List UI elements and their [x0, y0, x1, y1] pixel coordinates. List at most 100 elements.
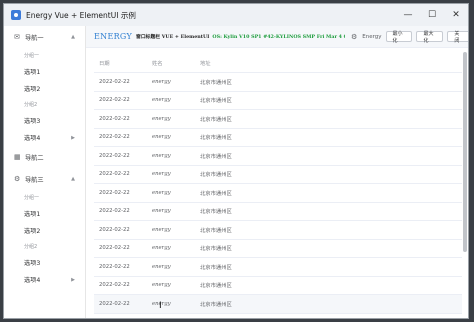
sidebar-item-nav2[interactable]: ▦ 导航二: [4, 146, 85, 168]
menu-option-2[interactable]: 选项2: [4, 80, 85, 97]
cell-date: 2022-02-22: [99, 115, 130, 122]
chevron-right-icon: ▶: [71, 276, 75, 283]
cell-date: 2022-02-22: [99, 134, 130, 141]
cell-name: energy: [152, 171, 171, 178]
cell-name: energy: [152, 226, 171, 233]
sidebar-item-nav1[interactable]: ✉ 导航一 ▲: [4, 26, 85, 48]
menu-option-4[interactable]: 选项4 ▶: [4, 271, 85, 288]
page-header: ENERGY 窗口标题栏 VUE + ElementUI OS: Kylin V…: [86, 26, 468, 48]
table-row[interactable]: 2022-02-22 energy 北京市通州区: [94, 184, 462, 203]
maximize-button[interactable]: 最大化: [416, 31, 444, 44]
table-row[interactable]: 2022-02-22 energy 北京市通州区: [94, 110, 462, 129]
minimize-icon[interactable]: —: [396, 4, 420, 26]
table-row[interactable]: 2022-02-22 energy 北京市通州区: [94, 73, 462, 92]
sidebar-item-label: 导航一: [25, 34, 44, 42]
cell-address: 北京市通州区: [200, 264, 232, 271]
menu-option-3[interactable]: 选项3: [4, 254, 85, 271]
cell-date: 2022-02-22: [99, 282, 130, 289]
column-header-address[interactable]: 地址: [195, 59, 462, 67]
menu-option-2[interactable]: 选项2: [4, 222, 85, 239]
table-row[interactable]: 2022-02-22 energy 北京市通州区: [94, 147, 462, 166]
menu-option-label: 选项4: [24, 135, 41, 142]
cell-name: energy: [152, 300, 171, 307]
cell-address: 北京市通州区: [200, 98, 232, 105]
cell-address: 北京市通州区: [200, 153, 232, 160]
cell-address: 北京市通州区: [200, 246, 232, 253]
menu-grid-icon: ▦: [14, 153, 21, 161]
menu-group-title: 分组2: [24, 244, 38, 250]
cell-name: energy: [152, 78, 171, 85]
gear-icon: ⚙: [14, 175, 21, 183]
table-row[interactable]: 2022-02-22 energy 北京市通州区: [94, 129, 462, 147]
settings-gear-icon[interactable]: ⚙: [351, 33, 357, 41]
header-title: 窗口标题栏 VUE + ElementUI: [136, 34, 210, 40]
minimize-button[interactable]: 最小化: [385, 31, 413, 44]
column-header-date[interactable]: 日期: [94, 59, 147, 67]
menu-group-title: 分组2: [24, 102, 38, 108]
table-row[interactable]: 2022-02-22 energy 北京市通州区: [94, 295, 462, 314]
cell-name: energy: [152, 134, 171, 141]
cell-name: energy: [152, 282, 171, 289]
chevron-up-icon: ▲: [71, 34, 75, 40]
menu-option-1[interactable]: 选项1: [4, 63, 85, 80]
cell-date: 2022-02-22: [99, 263, 130, 270]
maximize-icon[interactable]: ☐: [420, 4, 444, 26]
cell-address: 北京市通州区: [200, 79, 232, 86]
close-icon[interactable]: ✕: [444, 4, 468, 26]
table-row[interactable]: 2022-02-22 energy 北京市通州区: [94, 203, 462, 221]
cell-name: energy: [152, 245, 171, 252]
menu-group-title: 分组一: [24, 195, 40, 201]
sidebar-item-nav3[interactable]: ⚙ 导航三 ▲: [4, 168, 85, 190]
message-icon: ✉: [14, 33, 20, 41]
cell-date: 2022-02-22: [99, 78, 130, 85]
cell-address: 北京市通州区: [200, 190, 232, 197]
table-row[interactable]: 2022-02-22 energy 北京市通州区: [94, 92, 462, 110]
cell-address: 北京市通州区: [200, 172, 232, 179]
cell-address: 北京市通州区: [200, 116, 232, 123]
table-row[interactable]: 2022-02-22 energy 北京市通州区: [94, 166, 462, 184]
cell-date: 2022-02-22: [99, 208, 130, 215]
cell-date: 2022-02-22: [99, 189, 130, 196]
sidebar-item-label: 导航二: [25, 154, 44, 162]
table-row[interactable]: 2022-02-22 energy 北京市通州区: [94, 240, 462, 258]
table-row[interactable]: 2022-02-22 energy 北京市通州区: [94, 277, 462, 295]
table-row[interactable]: 2022-02-22 energy 北京市通州区: [94, 258, 462, 277]
cell-date: 2022-02-22: [99, 245, 130, 252]
sidebar-menu: ✉ 导航一 ▲ 分组一 选项1 选项2 分组2 选项3 选项4 ▶ ▦ 导航二 …: [4, 26, 86, 318]
cell-name: energy: [152, 189, 171, 196]
cell-name: energy: [152, 152, 171, 159]
user-name: Energy: [362, 33, 382, 40]
cell-address: 北京市通州区: [200, 227, 232, 234]
text-cursor-icon: I: [159, 301, 162, 311]
app-window: Energy Vue + ElementUI 示例 — ☐ ✕ ✉ 导航一 ▲ …: [3, 3, 469, 319]
chevron-up-icon: ▲: [71, 176, 75, 182]
cell-date: 2022-02-22: [99, 226, 130, 233]
cell-name: energy: [152, 208, 171, 215]
menu-option-1[interactable]: 选项1: [4, 205, 85, 222]
cell-date: 2022-02-22: [99, 97, 130, 104]
menu-option-4[interactable]: 选项4 ▶: [4, 129, 85, 146]
table-header: 日期 姓名 地址: [94, 53, 462, 73]
data-table: 日期 姓名 地址 2022-02-22 energy 北京市通州区 2022-02-2…: [94, 53, 462, 314]
sidebar-item-label: 导航三: [25, 176, 44, 184]
menu-option-label: 选项4: [24, 277, 41, 284]
os-info: OS: Kylin V10 SP1 #42-KYLINOS SMP Fri Ma…: [212, 33, 345, 40]
app-icon: [11, 10, 21, 20]
cell-date: 2022-02-22: [99, 300, 130, 307]
table-row[interactable]: 2022-02-22 energy 北京市通州区: [94, 221, 462, 240]
window-title: Energy Vue + ElementUI 示例: [26, 10, 136, 20]
title-bar[interactable]: Energy Vue + ElementUI 示例 — ☐ ✕: [4, 4, 468, 26]
window-controls: — ☐ ✕: [396, 4, 468, 26]
close-button[interactable]: 关闭: [447, 31, 468, 44]
vertical-scrollbar[interactable]: [463, 52, 467, 252]
menu-option-3[interactable]: 选项3: [4, 112, 85, 129]
energy-logo: ENERGY: [94, 32, 133, 41]
cell-date: 2022-02-22: [99, 171, 130, 178]
menu-group-title: 分组一: [24, 53, 40, 59]
cell-name: energy: [152, 263, 171, 270]
cell-address: 北京市通州区: [200, 283, 232, 290]
cell-address: 北京市通州区: [200, 301, 232, 308]
cell-name: energy: [152, 97, 171, 104]
column-header-name[interactable]: 姓名: [147, 59, 195, 67]
chevron-right-icon: ▶: [71, 134, 75, 141]
